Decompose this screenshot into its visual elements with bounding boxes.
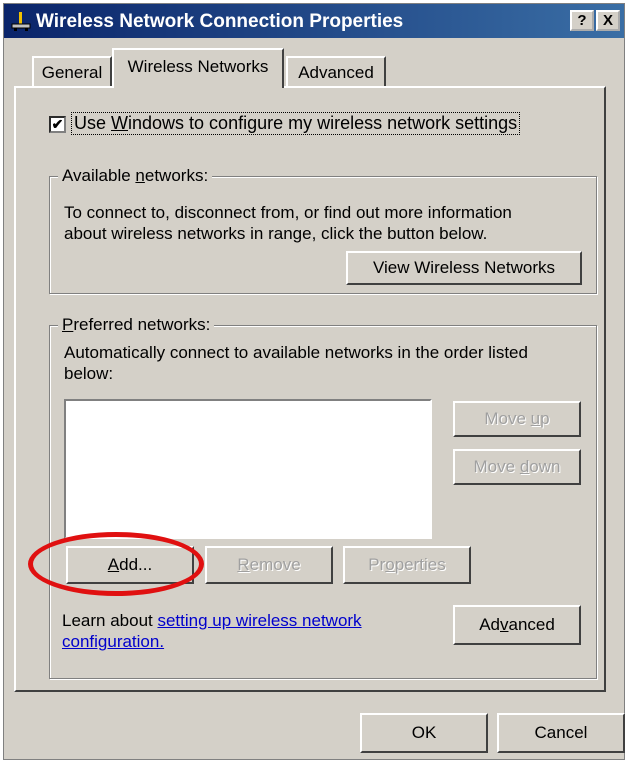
setup-link-line1[interactable]: setting up wireless network: [157, 611, 361, 630]
close-button[interactable]: X: [596, 10, 620, 31]
available-networks-legend: Available networks:: [58, 166, 213, 186]
use-windows-checkbox-label[interactable]: Use Windows to configure my wireless net…: [70, 112, 521, 135]
preferred-networks-list[interactable]: [64, 399, 432, 539]
tab-wireless-networks[interactable]: Wireless Networks: [112, 48, 284, 88]
setup-link-line2[interactable]: configuration.: [62, 631, 164, 652]
available-description-line2: about wireless networks in range, click …: [64, 224, 488, 243]
move-down-button[interactable]: Move down: [453, 449, 581, 485]
window-title: Wireless Network Connection Properties: [36, 11, 404, 32]
preferred-networks-legend: Preferred networks:: [58, 315, 215, 335]
view-wireless-networks-button[interactable]: View Wireless Networks: [346, 251, 582, 285]
tab-advanced[interactable]: Advanced: [286, 56, 386, 86]
help-button[interactable]: ?: [570, 10, 594, 31]
move-up-button[interactable]: Move up: [453, 401, 581, 437]
advanced-button[interactable]: Advanced: [453, 605, 581, 645]
learn-about-text: Learn about setting up wireless network: [62, 611, 362, 630]
preferred-description-line1: Automatically connect to available netwo…: [64, 343, 528, 362]
title-bar[interactable]: Wireless Network Connection Properties ?…: [4, 4, 624, 38]
highlight-circle: [28, 532, 204, 596]
tab-general[interactable]: General: [32, 56, 112, 86]
use-windows-checkbox[interactable]: ✔: [49, 116, 66, 133]
cancel-button[interactable]: Cancel: [497, 713, 625, 753]
remove-button[interactable]: Remove: [205, 546, 333, 584]
properties-button[interactable]: Properties: [343, 546, 471, 584]
preferred-description-line2: below:: [64, 364, 114, 383]
network-connection-icon: [11, 12, 31, 31]
ok-button[interactable]: OK: [360, 713, 488, 753]
available-description-line1: To connect to, disconnect from, or find …: [64, 203, 512, 222]
checkmark-icon: ✔: [51, 116, 64, 132]
